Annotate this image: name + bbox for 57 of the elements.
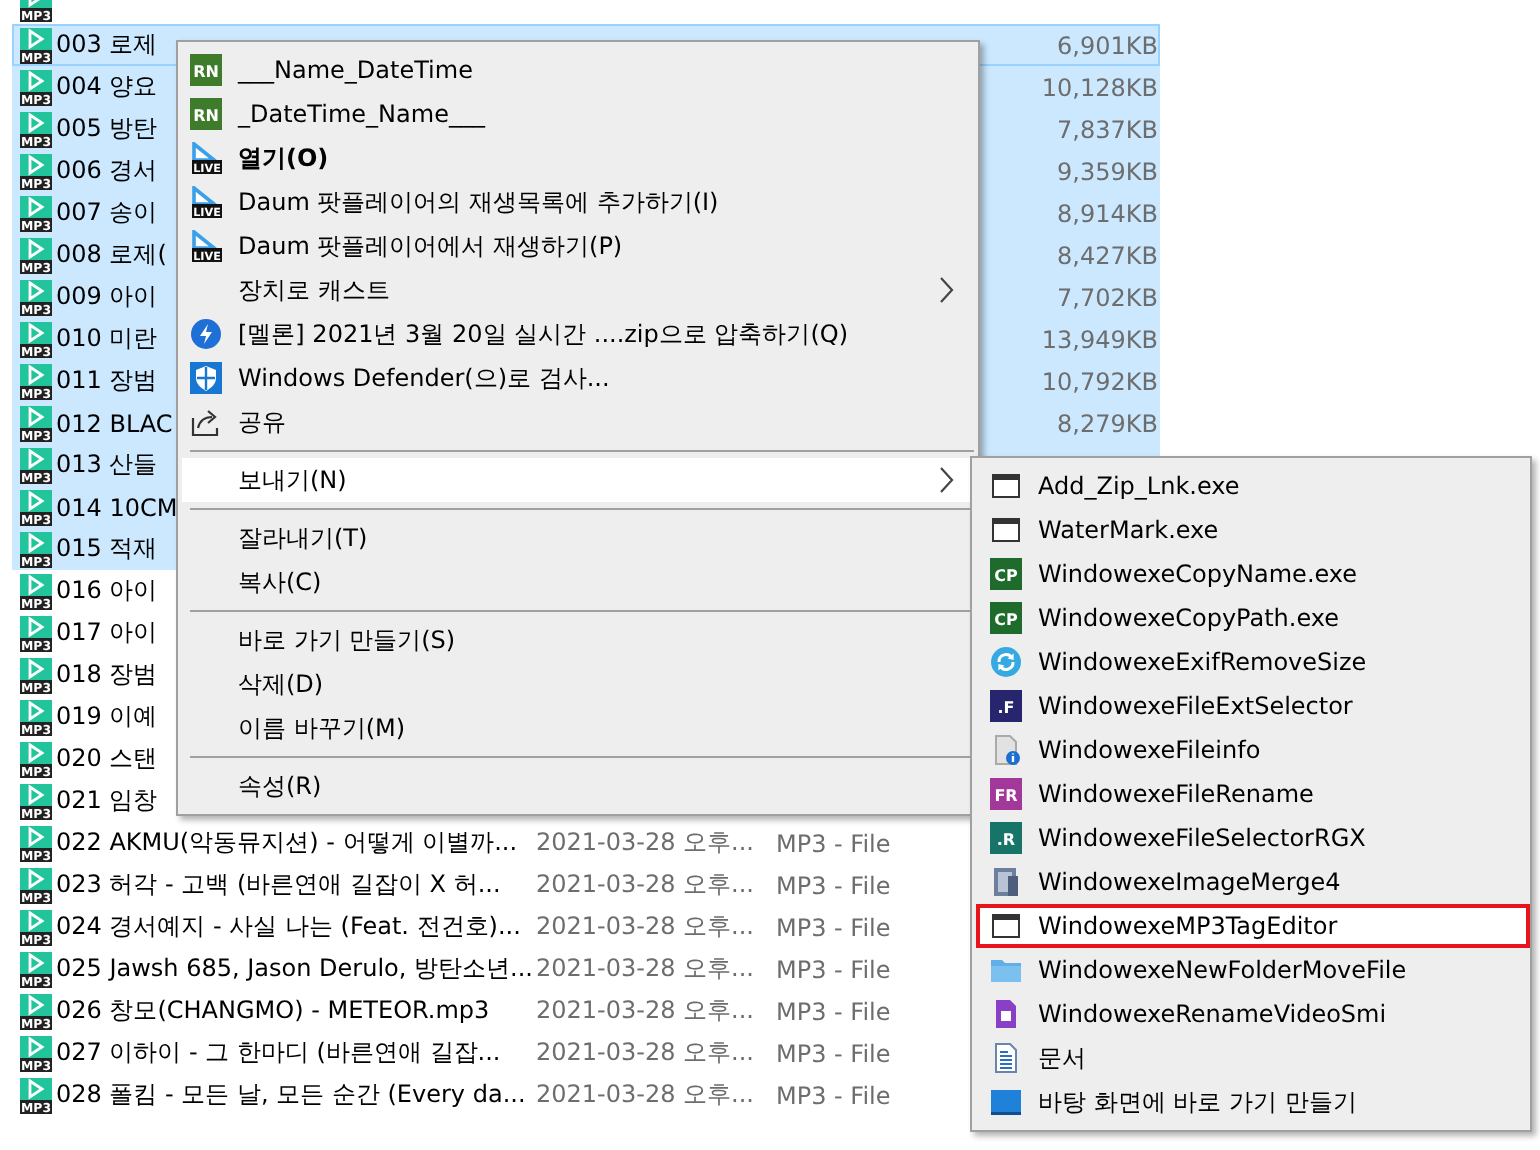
file-name: 020 스탠 [56,742,158,776]
file-size: 7,702KB [1055,283,1158,311]
file-type: MP3 - File [776,871,893,899]
file-name: 003 로제 [56,28,158,62]
file-name: 005 방탄 [56,112,158,146]
file-name: 012 BLAC [56,409,173,437]
file-size: 8,279KB [1055,409,1158,437]
file-type: MP3 - File [776,997,893,1025]
letter-badge-icon: RN [190,54,222,86]
letter-badge-icon: CP [990,558,1022,590]
file-name: 009 아이 [56,280,158,314]
file-date: 2021-03-28 오후... [536,1078,756,1112]
letter-badge-icon: .R [990,822,1022,854]
file-date: 2021-03-28 오후... [536,826,756,860]
file-name: 022 AKMU(악동뮤지션) - 어떻게 이별까... [56,826,518,860]
letter-badge-icon: RN [190,98,222,130]
file-date: 2021-03-28 오후... [536,952,756,986]
file-name: 004 양요 [56,70,158,104]
file-size: 13,949KB [1039,325,1158,353]
file-size: 8,427KB [1055,241,1158,269]
file-type: MP3 - File [776,1081,893,1109]
file-name: 024 경서예지 - 사실 나는 (Feat. 전건호)... [56,910,521,944]
file-size: 9,359KB [1055,157,1158,185]
file-date: 2021-03-28 오후... [536,868,756,902]
file-type: MP3 - File [776,829,893,857]
file-size: 10,792KB [1039,367,1158,395]
file-type: MP3 - File [776,955,893,983]
file-date: 2021-03-28 오후... [536,910,756,944]
file-name: 027 이하이 - 그 한마디 (바른연애 길잡... [56,1036,501,1070]
file-name: 026 창모(CHANGMO) - METEOR.mp3 [56,994,490,1028]
file-type: MP3 - File [776,1039,893,1067]
file-name: 017 아이 [56,616,158,650]
letter-badge-icon: CP [990,602,1022,634]
letter-badge-icon: .F [990,690,1022,722]
file-name: 013 산들 [56,448,158,482]
file-date: 2021-03-28 오후... [536,1036,756,1070]
file-name: 015 적재 [56,532,158,566]
file-name: 010 미란 [56,322,158,356]
file-name: 006 경서 [56,154,158,188]
file-name: 016 아이 [56,574,158,608]
file-name: 025 Jawsh 685, Jason Derulo, 방탄소년... [56,952,533,986]
file-type: MP3 - File [776,913,893,941]
letter-badge-icon: FR [990,778,1022,810]
file-name: 028 폴킴 - 모든 날, 모든 순간 (Every da... [56,1078,526,1112]
file-name: 007 송이 [56,196,158,230]
file-name: 018 장범 [56,658,158,692]
file-name: 023 허각 - 고백 (바른연애 길잡이 X 허... [56,868,501,902]
file-size: 6,901KB [1055,31,1158,59]
file-name: 008 로제( [56,238,167,272]
file-name: 021 임창 [56,784,158,818]
file-size: 8,914KB [1055,199,1158,227]
file-size: 10,128KB [1039,73,1158,101]
file-name: 014 10CM [56,493,178,521]
file-size: 7,837KB [1055,115,1158,143]
file-date: 2021-03-28 오후... [536,994,756,1028]
file-name: 019 이예 [56,700,158,734]
file-name: 011 장범 [56,364,158,398]
